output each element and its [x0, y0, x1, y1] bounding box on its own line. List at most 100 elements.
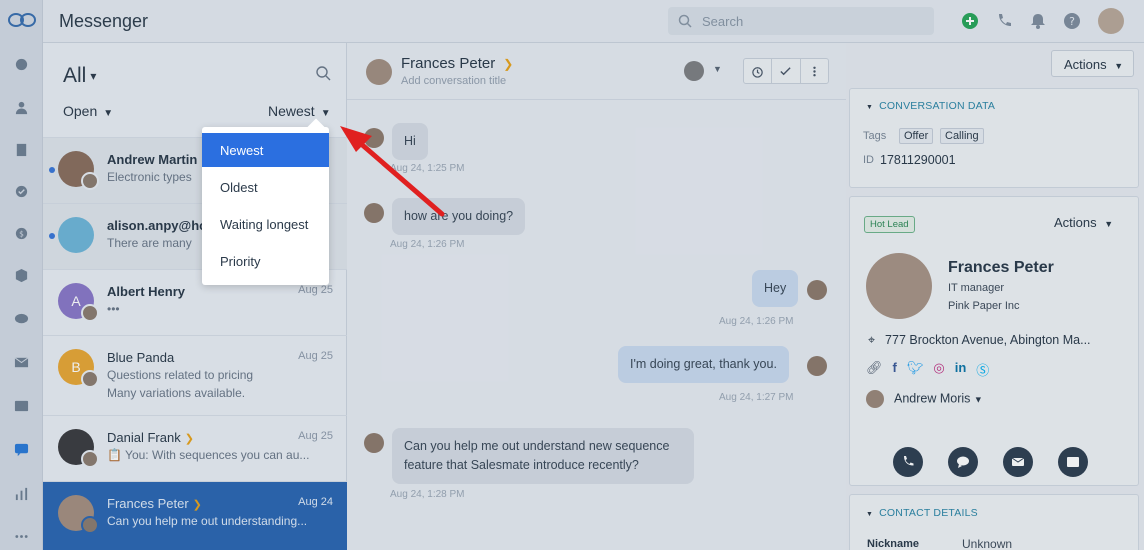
- conversation-preview: 📋 You: With sequences you can au...: [107, 448, 310, 462]
- facebook-icon[interactable]: f: [893, 360, 897, 379]
- nav-rail: $: [0, 0, 43, 550]
- chat-bubble-icon: [957, 456, 969, 468]
- snooze-button[interactable]: [744, 59, 773, 83]
- chat-toolbar: [743, 58, 829, 84]
- chat-icon[interactable]: [12, 310, 31, 329]
- chat-button[interactable]: [948, 447, 978, 477]
- contact-company[interactable]: Pink Paper Inc: [948, 300, 1020, 312]
- sort-option-priority[interactable]: Priority: [202, 244, 329, 278]
- search-placeholder: Search: [702, 14, 744, 29]
- agent-avatar: [81, 304, 99, 322]
- chevron-down-icon: ▼: [103, 108, 114, 119]
- message-button[interactable]: [1058, 447, 1088, 477]
- link-icon[interactable]: 🔗︎: [866, 360, 883, 379]
- contact-actions-button[interactable]: Actions ▼: [1054, 215, 1113, 230]
- sort-option-newest[interactable]: Newest: [202, 133, 329, 167]
- sort-dropdown[interactable]: Newest ▼: [268, 103, 331, 119]
- instagram-icon[interactable]: ◎: [933, 360, 944, 379]
- message-time: Aug 24, 1:25 PM: [390, 163, 465, 174]
- inbox-filter-dropdown[interactable]: All ▾: [63, 64, 96, 88]
- contact-name[interactable]: Frances Peter: [948, 259, 1054, 277]
- conversation-data-title[interactable]: ▼ CONVERSATION DATA: [866, 100, 995, 112]
- status-filter-label: Open: [63, 103, 98, 119]
- sort-label: Newest: [268, 103, 315, 119]
- email-button[interactable]: [1003, 447, 1033, 477]
- priority-chevron-icon: ❯: [192, 499, 202, 511]
- actions-button[interactable]: Actions ▼: [1051, 50, 1134, 77]
- conversation-row[interactable]: Danial Frank ❯ Aug 25 📋 You: With sequenc…: [43, 415, 347, 481]
- more-icon[interactable]: [12, 527, 31, 546]
- skype-icon[interactable]: Ⓢ: [976, 360, 989, 379]
- actions-label: Actions: [1054, 215, 1097, 230]
- conversation-name: alison.anpy@ho: [107, 218, 208, 233]
- conversation-date: Aug 25: [298, 350, 333, 362]
- conversation-row-selected[interactable]: Frances Peter ❯ Aug 24 Can you help me ou…: [43, 481, 347, 550]
- contacts-icon[interactable]: [12, 98, 31, 117]
- more-vertical-icon: [813, 66, 816, 76]
- location-pin-icon: ⌖: [868, 333, 876, 347]
- message-time: Aug 24, 1:28 PM: [390, 489, 465, 500]
- inbox-filter-label: All: [63, 64, 87, 87]
- resolve-button[interactable]: [772, 59, 801, 83]
- help-icon[interactable]: ?: [1062, 11, 1082, 31]
- conversation-date: Aug 25: [298, 284, 333, 296]
- agent-avatar: [81, 370, 99, 388]
- chevron-down-icon: ▾: [90, 69, 97, 84]
- products-icon[interactable]: [12, 266, 31, 285]
- contact-title: IT manager: [948, 282, 1005, 294]
- avatar: [366, 59, 392, 85]
- typing-indicator: •••: [107, 302, 120, 316]
- section-title-text: CONTACT DETAILS: [879, 507, 978, 519]
- tag[interactable]: Calling: [940, 128, 984, 144]
- messenger-icon[interactable]: [12, 440, 31, 459]
- dashboard-icon[interactable]: [12, 55, 31, 74]
- call-button[interactable]: [893, 447, 923, 477]
- phone-icon: [904, 456, 914, 466]
- agent-avatar: [81, 516, 99, 534]
- bell-icon[interactable]: [1028, 11, 1048, 31]
- global-search-input[interactable]: Search: [668, 7, 934, 35]
- agent-avatar: [81, 450, 99, 468]
- linkedin-icon[interactable]: in: [955, 360, 967, 379]
- assignee-avatar[interactable]: [684, 61, 704, 81]
- companies-icon[interactable]: [12, 140, 31, 159]
- tasks-icon[interactable]: [12, 182, 31, 201]
- phone-icon[interactable]: [994, 11, 1014, 31]
- alarm-clock-icon: [752, 66, 763, 78]
- conversation-name: Danial Frank ❯: [107, 430, 194, 445]
- tag[interactable]: Offer: [899, 128, 934, 144]
- svg-text:?: ?: [1069, 15, 1075, 28]
- contact-details-title[interactable]: ▼ CONTACT DETAILS: [866, 507, 978, 519]
- list-search-icon[interactable]: [315, 65, 331, 81]
- details-panel: Actions ▼ ▼ CONVERSATION DATA Tags Offer …: [846, 43, 1144, 550]
- chevron-down-icon[interactable]: ▼: [713, 64, 722, 74]
- collapse-triangle-icon: ▼: [866, 104, 874, 111]
- message-time: Aug 24, 1:26 PM: [719, 316, 794, 327]
- status-filter-dropdown[interactable]: Open ▼: [63, 103, 113, 119]
- inbox-icon[interactable]: [12, 396, 31, 415]
- sort-menu: Newest Oldest Waiting longest Priority: [202, 118, 329, 285]
- unread-dot: [49, 167, 55, 173]
- twitter-icon[interactable]: 🐦︎: [907, 360, 924, 379]
- avatar-initial: B: [71, 359, 81, 375]
- avatar: [364, 203, 384, 223]
- owner-dropdown[interactable]: Andrew Moris ▼: [866, 390, 983, 408]
- sort-option-waiting-longest[interactable]: Waiting longest: [202, 207, 329, 241]
- email-icon[interactable]: [12, 353, 31, 372]
- add-icon[interactable]: [960, 11, 980, 31]
- chevron-down-icon: ▼: [320, 108, 331, 119]
- more-options-button[interactable]: [801, 59, 828, 83]
- nickname-value[interactable]: Unknown: [962, 537, 1012, 550]
- sort-option-oldest[interactable]: Oldest: [202, 170, 329, 204]
- conversation-row[interactable]: B Blue Panda Aug 25 Questions related to…: [43, 335, 347, 415]
- messenger-app: $ Messenger Search ? All ▾ Open ▼ Newest ▼ …: [0, 0, 1144, 550]
- conversation-date: Aug 25: [298, 430, 333, 442]
- chat-header: Frances Peter ❯ Add conversation title ▼: [347, 43, 846, 100]
- user-avatar[interactable]: [1098, 8, 1124, 34]
- chat-panel: Frances Peter ❯ Add conversation title ▼ …: [347, 43, 846, 550]
- conversation-name: Blue Panda: [107, 350, 175, 365]
- conversation-title-field[interactable]: Add conversation title: [401, 75, 506, 87]
- deals-icon[interactable]: $: [12, 224, 31, 243]
- app-logo-icon[interactable]: [8, 10, 36, 30]
- reports-icon[interactable]: [12, 484, 31, 503]
